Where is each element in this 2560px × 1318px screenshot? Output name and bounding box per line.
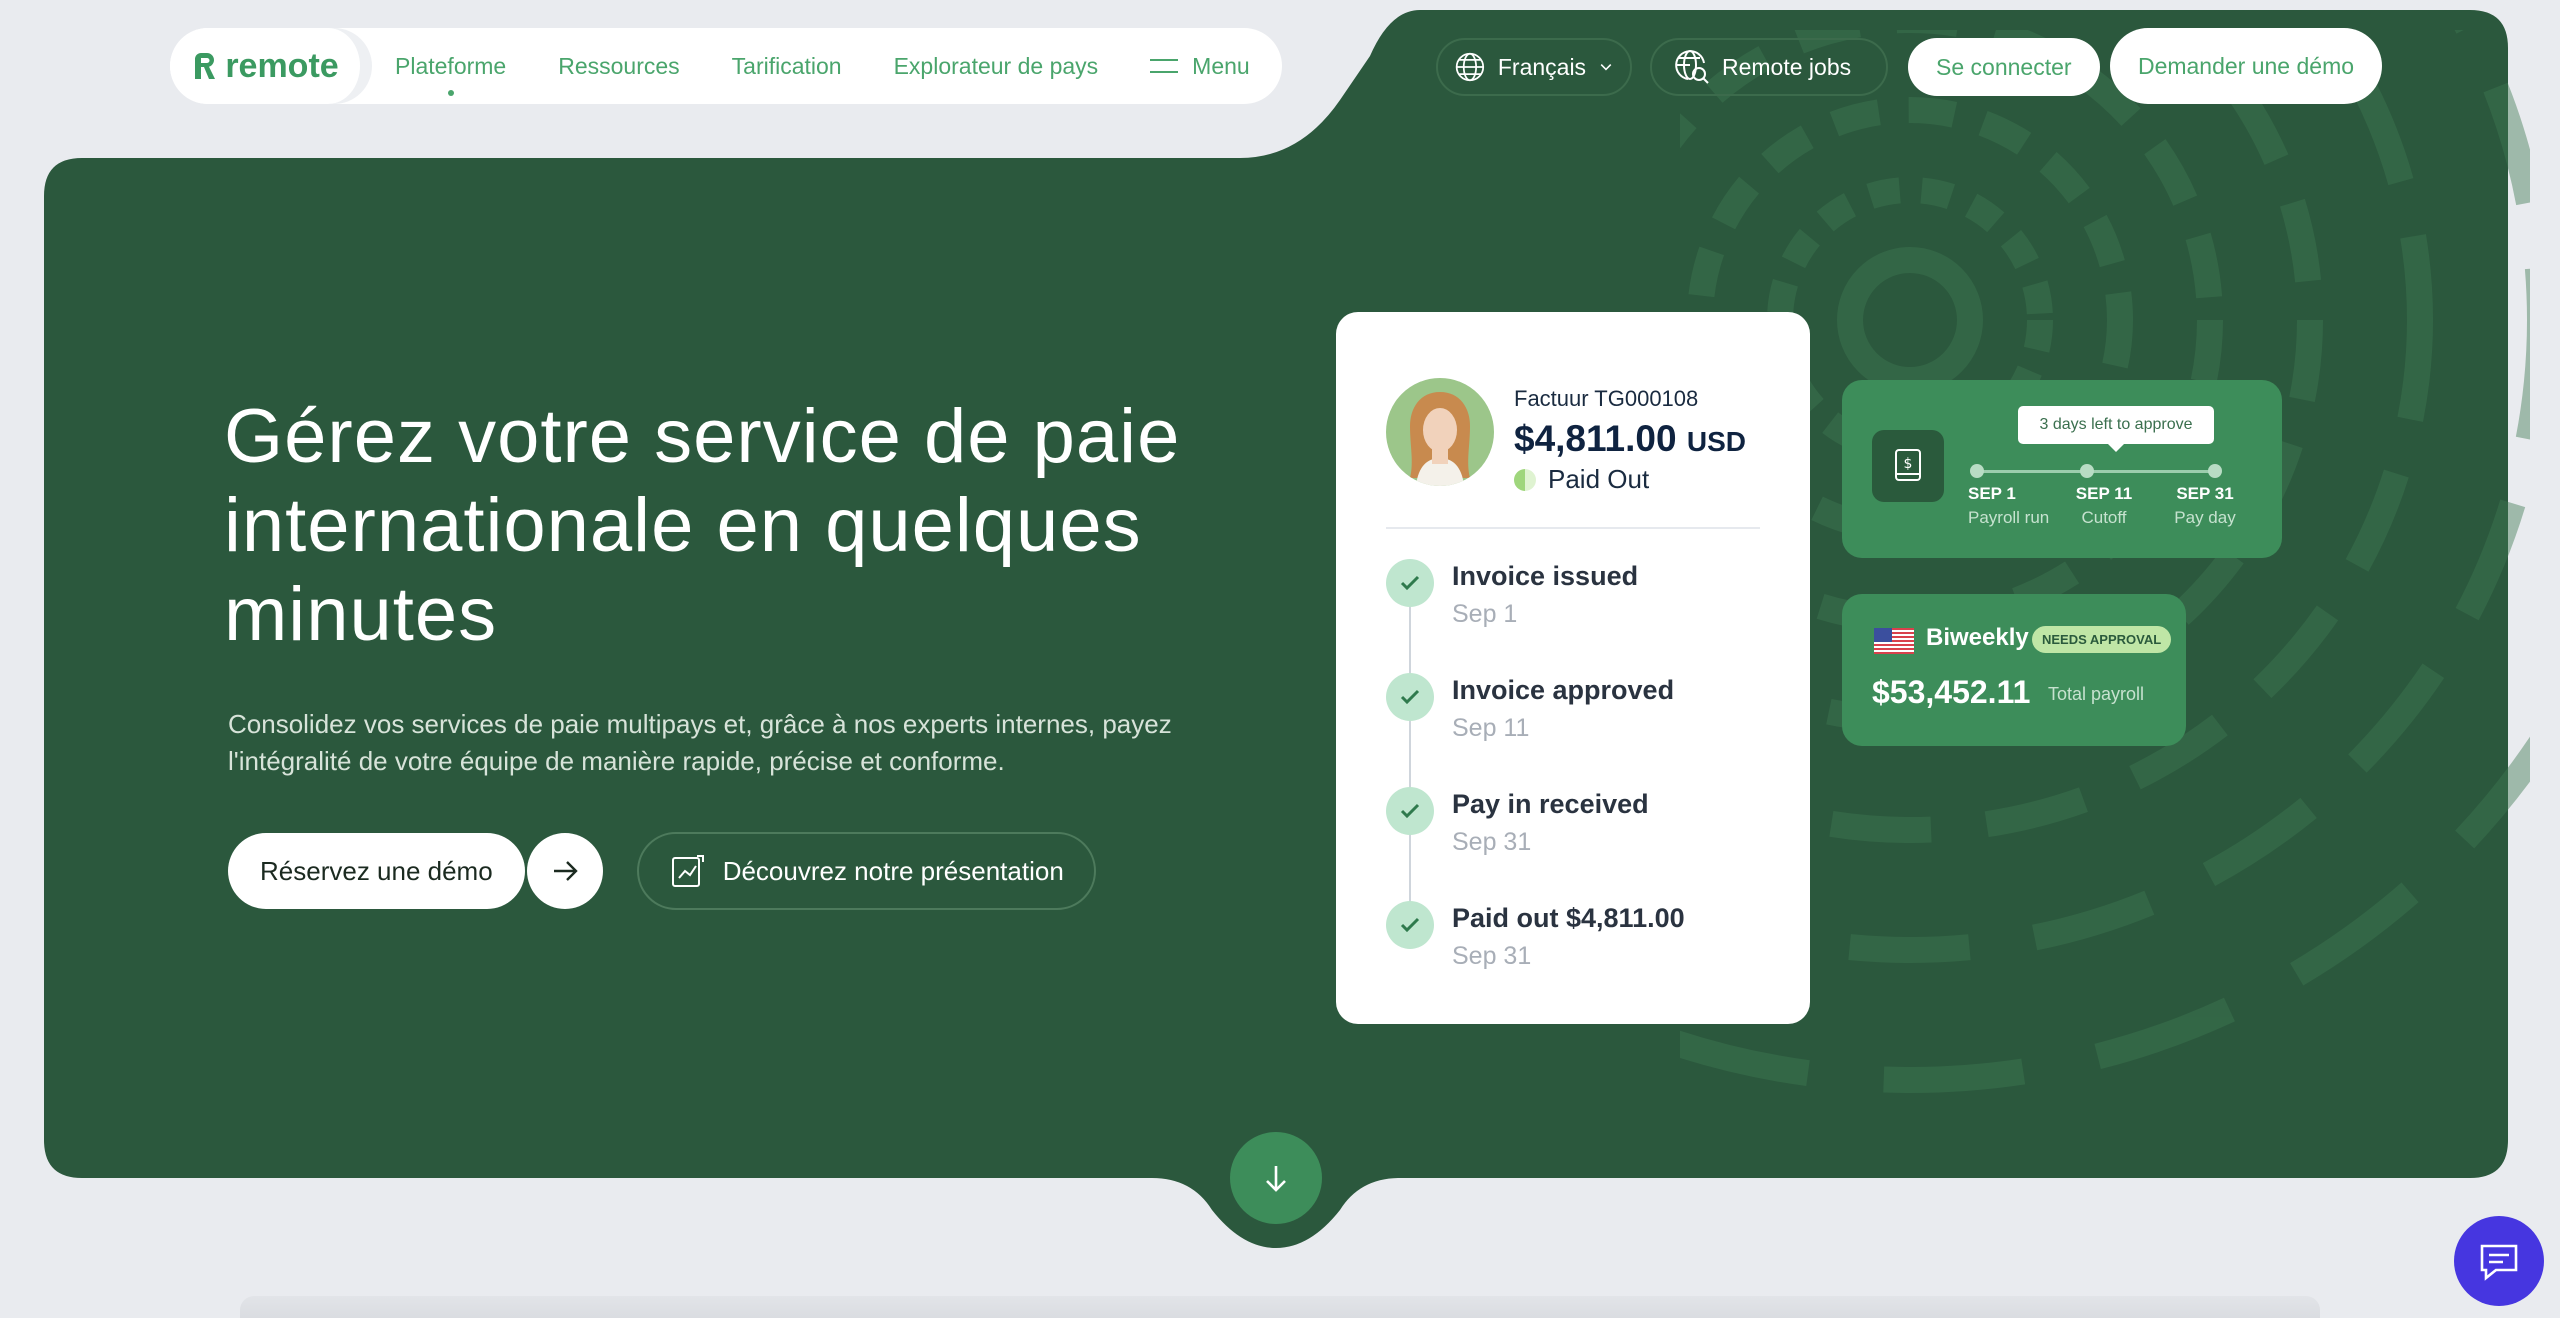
- step-date: Sep 31: [1452, 828, 1532, 856]
- timeline-point: SEP 11 Cutoff: [2064, 484, 2144, 528]
- check-icon: [1386, 901, 1434, 949]
- step-title: Invoice approved: [1452, 675, 1675, 705]
- menu-icon: [1150, 59, 1179, 73]
- remote-jobs-label: Remote jobs: [1722, 53, 1852, 80]
- half-circle-icon: [1514, 468, 1536, 491]
- status-label: Paid Out: [1548, 464, 1650, 494]
- step-date: Sep 1: [1452, 600, 1518, 628]
- total-payroll-label: Total payroll: [2048, 684, 2145, 704]
- person-avatar-icon: [1386, 378, 1494, 486]
- step-date: Sep 11: [1452, 714, 1530, 742]
- step-date: Sep 31: [1452, 942, 1532, 970]
- avatar: [1386, 378, 1494, 486]
- payroll-frequency: Biweekly: [1926, 624, 2029, 651]
- right-nav: Français Remote jobs Se connecter: [1436, 38, 2100, 96]
- timeline-point: SEP 1 Payroll run: [1968, 484, 2064, 528]
- invoice-summary: Factuur TG000108 $4,811.00 USD Paid Out: [1514, 378, 1746, 495]
- nav-item-explorateur[interactable]: Explorateur de pays: [894, 53, 1099, 80]
- payroll-timeline-card: $ 3 days left to approve SEP 1 Payroll ru…: [1842, 380, 2282, 558]
- step-item: Paid out $4,811.00 Sep 31: [1386, 901, 1760, 1015]
- divider: [1386, 527, 1760, 529]
- check-icon: [1386, 559, 1434, 607]
- invoice-header: Factuur TG000108 $4,811.00 USD Paid Out: [1386, 378, 1760, 495]
- timeline-point: SEP 31 Pay day: [2160, 484, 2250, 528]
- language-label: Français: [1497, 53, 1587, 80]
- invoice-card: Factuur TG000108 $4,811.00 USD Paid Out …: [1336, 312, 1810, 1024]
- step-title: Paid out $4,811.00: [1452, 903, 1685, 933]
- menu-button[interactable]: Menu: [1150, 53, 1250, 80]
- nav-item-plateforme[interactable]: Plateforme: [395, 53, 506, 80]
- timeline-date: SEP 1: [1968, 484, 2016, 503]
- dollar-document-icon: $: [1872, 430, 1944, 502]
- timeline-label: Cutoff: [2081, 508, 2127, 527]
- timeline-date: SEP 31: [2176, 484, 2234, 503]
- presentation-button[interactable]: Découvrez notre présentation: [636, 832, 1096, 910]
- timeline-dot: [2208, 464, 2222, 478]
- status-badge: Paid Out: [1514, 464, 1746, 495]
- arrow-down-icon: [1266, 1166, 1286, 1192]
- presentation-icon: [671, 855, 704, 887]
- step-title: Pay in received: [1452, 789, 1649, 819]
- language-selector[interactable]: Français: [1436, 38, 1632, 96]
- cta-row: Réservez une démo Découvrez notre présen…: [228, 832, 1096, 910]
- hero-subtitle: Consolidez vos services de paie multipay…: [228, 709, 1172, 776]
- step-item: Invoice issued Sep 1: [1386, 559, 1760, 673]
- svg-text:$: $: [1904, 456, 1913, 472]
- invoice-number: Factuur TG000108: [1514, 386, 1699, 411]
- step-item: Invoice approved Sep 11: [1386, 673, 1760, 787]
- invoice-steps: Invoice issued Sep 1 Invoice approved Sep …: [1386, 559, 1760, 1015]
- chevron-down-icon: [1600, 64, 1612, 71]
- globe-icon: [1455, 52, 1485, 82]
- needs-approval-badge: NEEDS APPROVAL: [2032, 626, 2172, 653]
- timeline-date: SEP 11: [2075, 484, 2133, 503]
- timeline-dot: [1970, 464, 1984, 478]
- next-section-edge: [240, 1296, 2320, 1318]
- timeline-label: Payroll run: [1968, 508, 2050, 527]
- invoice-amount: $4,811.00 USD: [1514, 418, 1746, 460]
- logo: remote: [191, 46, 339, 86]
- check-icon: [1386, 673, 1434, 721]
- request-demo-button[interactable]: Demander une démo: [2110, 28, 2382, 104]
- step-title: Invoice issued: [1452, 561, 1639, 591]
- book-demo-button[interactable]: Réservez une démo: [228, 833, 525, 909]
- payroll-summary-card: Biweekly NEEDS APPROVAL $53,452.11 Total…: [1842, 594, 2186, 746]
- book-demo-arrow-button[interactable]: [526, 833, 603, 909]
- remote-jobs-button[interactable]: Remote jobs: [1650, 38, 1888, 96]
- arrow-right-icon: [553, 861, 578, 881]
- invoice-amount-value: $4,811.00: [1514, 418, 1677, 459]
- remote-logo-icon: [195, 53, 216, 79]
- total-payroll-value: $53,452.11: [1872, 674, 2031, 710]
- logo-link[interactable]: remote: [170, 28, 366, 104]
- globe-search-icon: [1675, 50, 1709, 84]
- timeline-dot: [2080, 464, 2094, 478]
- nav-item-tarification[interactable]: Tarification: [732, 53, 842, 80]
- invoice-currency: USD: [1686, 426, 1746, 457]
- brand-name: remote: [225, 46, 339, 85]
- scroll-down-button[interactable]: [1230, 1132, 1322, 1224]
- timeline-track: [1970, 464, 2222, 478]
- timeline-label: Pay day: [2174, 508, 2236, 527]
- nav-item-ressources[interactable]: Ressources: [558, 53, 679, 80]
- check-icon: [1386, 787, 1434, 835]
- menu-label: Menu: [1192, 52, 1250, 79]
- hero-title: Gérez votre service de paie internationa…: [224, 394, 1181, 657]
- step-item: Pay in received Sep 31: [1386, 787, 1760, 901]
- chat-button[interactable]: [2454, 1216, 2544, 1306]
- chat-icon: [2480, 1244, 2518, 1281]
- login-button[interactable]: Se connecter: [1908, 38, 2100, 96]
- approval-tooltip: 3 days left to approve: [2018, 406, 2214, 444]
- us-flag-icon: [1874, 628, 1914, 654]
- presentation-label: Découvrez notre présentation: [722, 855, 1064, 886]
